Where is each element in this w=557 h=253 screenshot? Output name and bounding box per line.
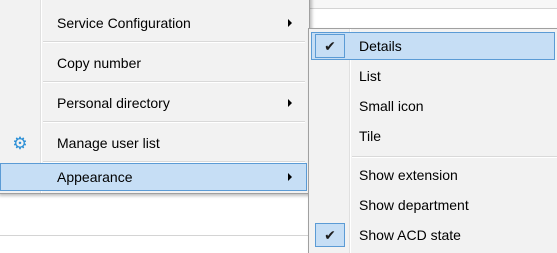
- appearance-submenu: ✔ Details List Small icon Tile Show exte…: [308, 28, 557, 253]
- submenu-item-show-department[interactable]: Show department: [311, 191, 555, 219]
- submenu-item-small-icon[interactable]: Small icon: [311, 92, 555, 120]
- menu-separator: [43, 41, 305, 43]
- menu-item-label: Show department: [359, 197, 469, 213]
- submenu-item-show-acd-state[interactable]: ✔ Show ACD state: [311, 221, 555, 249]
- menu-item-label: List: [359, 68, 381, 84]
- submenu-item-show-extension[interactable]: Show extension: [311, 161, 555, 189]
- menu-item-label: Manage user list: [57, 135, 160, 151]
- menu-separator: [43, 81, 305, 83]
- gear-icon: ⚙: [12, 133, 28, 153]
- submenu-arrow-icon: [288, 173, 292, 181]
- submenu-item-tile[interactable]: Tile: [311, 122, 555, 150]
- background-window-strip: [305, 0, 557, 9]
- menu-item-label: Tile: [359, 128, 382, 144]
- menu-separator: [43, 121, 305, 123]
- submenu-arrow-icon: [288, 19, 292, 27]
- check-icon: ✔: [315, 34, 345, 58]
- menu-item-label: Service Configuration: [57, 15, 191, 31]
- context-menu: Service Configuration Copy number Person…: [0, 0, 310, 194]
- menu-item-personal-directory[interactable]: Personal directory: [0, 89, 307, 117]
- menu-item-appearance[interactable]: Appearance: [0, 163, 307, 191]
- menu-item-label: Details: [359, 38, 402, 54]
- menu-item-label: Small icon: [359, 98, 424, 114]
- submenu-item-list[interactable]: List: [311, 62, 555, 90]
- menu-item-copy-number[interactable]: Copy number: [0, 49, 307, 77]
- menu-item-manage-user-list[interactable]: ⚙ Manage user list: [0, 129, 307, 157]
- menu-item-label: Appearance: [57, 169, 133, 185]
- menu-item-label: Show extension: [359, 167, 458, 183]
- menu-item-label: Show ACD state: [359, 227, 461, 243]
- menu-item-label: Personal directory: [57, 95, 170, 111]
- menu-item-label: Copy number: [57, 55, 142, 71]
- background-divider: [0, 235, 310, 236]
- menu-separator: [352, 156, 557, 158]
- submenu-item-details[interactable]: ✔ Details: [311, 32, 555, 60]
- check-icon: ✔: [315, 223, 345, 247]
- submenu-arrow-icon: [288, 99, 292, 107]
- menu-item-service-configuration[interactable]: Service Configuration: [0, 9, 307, 37]
